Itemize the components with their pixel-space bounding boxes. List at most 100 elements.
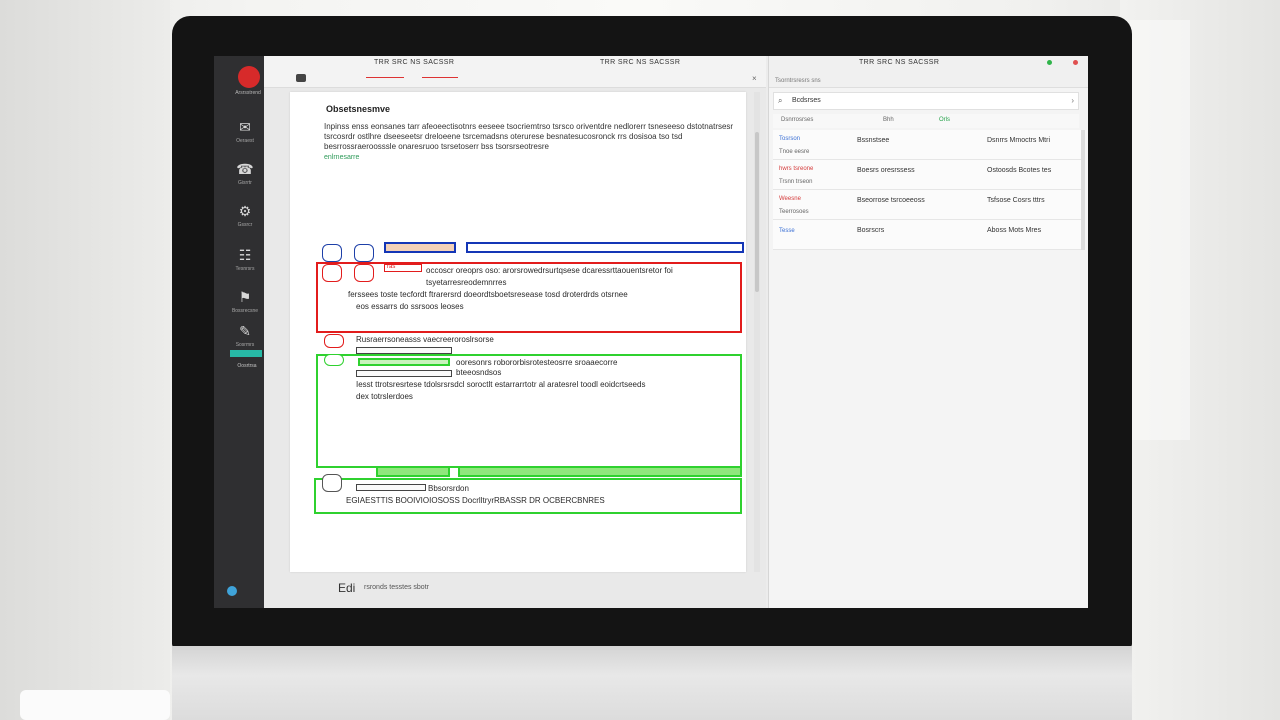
checkbox[interactable] [322,264,342,282]
table-row[interactable]: Tesse Bosrscrs Aboss Mots Mres [773,220,1083,250]
row-key: hwrs tsreone [779,166,814,172]
annotation-text: tsyetarresreodemnrres [426,278,507,287]
sidebar-active-indicator[interactable] [230,350,262,357]
annotation-text: occoscr oreoprs oso: arorsrowedrsurtqses… [426,266,673,275]
checkbox[interactable] [322,474,342,492]
row-cell: Dsnrrs Mmoctrs Mtri [987,137,1050,144]
toolbar-underline-red [422,77,458,78]
row-key-secondary: Trsnn trseon [779,179,813,185]
document-scrollbar[interactable] [754,92,760,572]
chevron-right-icon[interactable]: › [1071,96,1074,105]
annotation-text: ferssees toste tecfordt ftrarersrd doeor… [348,290,628,299]
sidebar-item-flag[interactable]: ⚑ Bossrecsne [226,288,264,315]
grey-chip [356,370,452,377]
right-pane: TRR SRC NS SACSSR Tsorntrsresrs sns ⌕ Bc… [768,56,1088,608]
annotation-text: dex totrslerdoes [356,392,413,401]
tab-1[interactable]: Dsnrrosrses [781,117,813,123]
toolbar-title: TRR SRC NS SACSSR [374,59,455,66]
tab-2[interactable]: Bhh [883,117,894,123]
sidebar-item-mail[interactable]: ✉ Oeraest [226,118,264,145]
sidebar-item-label: Gssrcr [237,222,253,228]
checkbox[interactable] [354,244,374,262]
row-key: Weesne [779,196,801,202]
right-pane-subtitle: Tsorntrsresrs sns [775,78,821,84]
row-key: Tesse [779,228,795,234]
row-key-secondary: Tnoe eesre [779,149,810,155]
footer-icon: Edi [338,581,356,595]
flag-icon: ⚑ [238,289,252,305]
document-icon[interactable] [296,74,306,82]
annotation-text: Iesst ttrotsresrtese tdolsrsrsdcl soroct… [356,380,646,389]
annotation-text: Bbsorsrdon [428,484,469,493]
sidebar-item-label: Sosrmrs [235,342,255,348]
monitor-chin [172,646,1132,720]
status-dot-green [1047,60,1052,65]
document-area: TRR SRC NS SACSSR TRR SRC NS SACSSR × Ob… [264,56,766,608]
row-key: Tosrson [779,136,801,142]
row-cell: Boesrs oresrssess [857,167,915,174]
pencil-icon: ✎ [239,323,251,339]
annotation-text: bteeosndsos [456,368,502,377]
right-pane-title: TRR SRC NS SACSSR [859,59,940,66]
row-cell: Ostoosds Bcotes tes [987,167,1052,174]
status-dot-red[interactable] [1073,60,1078,65]
list-icon: ☷ [238,247,252,263]
highlight-bar-green [458,466,742,477]
app-logo-label: Arsrsstrend [235,90,261,96]
middle-text: Rusraerrsoneasss vaecreeroroslrsorse [356,335,494,344]
checkbox[interactable] [324,334,344,348]
sidebar-item-label: Oeraest [236,138,254,144]
gear-icon: ⚙ [238,203,252,219]
grey-chip [356,484,426,491]
search-input[interactable]: ⌕ Bcdsrses › [773,92,1079,110]
highlight-bar-green [376,466,450,477]
row-cell: Tsfsose Cosrs tttrs [987,197,1045,204]
checkbox[interactable] [322,244,342,262]
mail-icon: ✉ [239,119,251,135]
row-cell: Bseorrose tsrcoeeoss [857,197,925,204]
highlight-bar-green [358,358,450,366]
row-cell: Aboss Mots Mres [987,227,1042,234]
right-pane-header: TRR SRC NS SACSSR Tsorntrsresrs sns [769,56,1088,88]
close-icon[interactable]: × [752,74,757,83]
toolbar-title-secondary: TRR SRC NS SACSSR [600,59,681,66]
highlight-bar-blue [466,242,744,253]
screen: Arsrsstrend ✉ Oeraest ☎ Gisrrtr ⚙ Gssrcr… [214,56,1088,608]
row-cell: Bosrscrs [857,227,885,234]
row-key-secondary: Teerrosoes [779,209,809,215]
page-title: Obsetsnesmve [326,104,391,114]
annotation-text: ooresonrs robororbisrotesteosrre sroaaec… [456,358,618,367]
grey-chip [356,347,452,354]
sidebar-item-label: Tesnrsrs [235,266,255,272]
sidebar-item-label: Bossrecsne [231,308,259,314]
scrollbar-thumb[interactable] [755,132,759,292]
page-paragraph: Inpinss enss eonsanes tarr afeoeectisotn… [324,122,734,151]
checkbox[interactable] [354,264,374,282]
document-footer: rsronds tesstes sbotr [364,584,429,591]
sidebar-active-label: Oosrtrsa [237,363,257,369]
table-row[interactable]: Tosrson Tnoe eesre Bssnstsee Dsnrrs Mmoc… [773,130,1083,160]
background-panel [1130,20,1190,440]
globe-icon[interactable] [227,586,237,596]
checkbox[interactable] [324,354,344,366]
phone-icon: ☎ [236,161,254,177]
annotation-text: eos essarrs do ssrsoos leoses [356,302,464,311]
page-link[interactable]: enlrnesarre [324,154,359,161]
sidebar-item-label: Gisrrtr [238,180,252,186]
sidebar-item-list[interactable]: ☷ Tesnrsrs [226,246,264,273]
table-row[interactable]: hwrs tsreone Trsnn trseon Boesrs oresrss… [773,160,1083,190]
search-text: Bcdsrses [792,97,821,104]
background-block [20,690,170,720]
document-toolbar: TRR SRC NS SACSSR TRR SRC NS SACSSR × [264,56,766,88]
background-left [0,0,170,720]
sidebar-item-edit[interactable]: ✎ Sosrmrs [226,322,264,349]
table-row[interactable]: Weesne Teerrosoes Bseorrose tsrcoeeoss T… [773,190,1083,220]
right-pane-scrollbar[interactable] [1081,130,1085,250]
sidebar-item-phone[interactable]: ☎ Gisrrtr [226,160,264,187]
app-logo-icon[interactable] [238,66,260,88]
sidebar-item-settings[interactable]: ⚙ Gssrcr [226,202,264,229]
highlight-bar-orange [384,242,456,253]
annotation-text: EGIAESTTIS BOOIVIOIOSOSS DocrlltryrRBASS… [346,496,605,505]
annotation-chip: ras [384,264,422,272]
tab-3[interactable]: Orls [939,117,950,123]
